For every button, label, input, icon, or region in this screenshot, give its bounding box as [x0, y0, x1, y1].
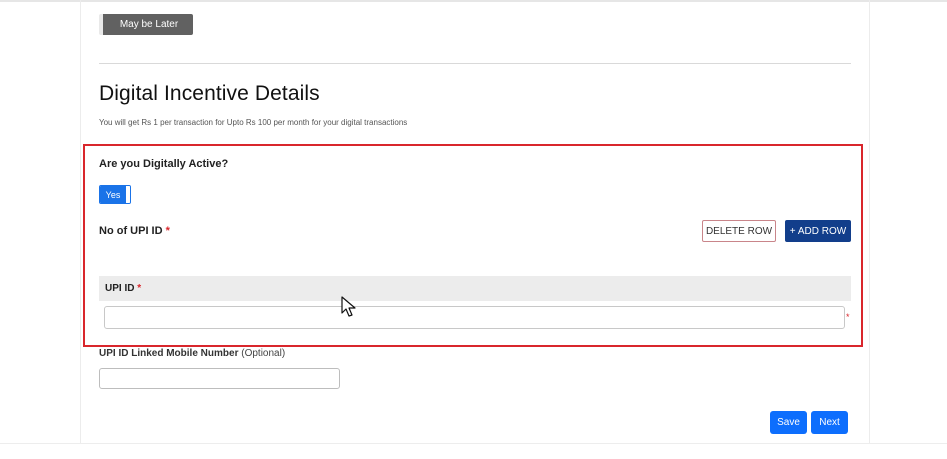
digitally-active-toggle[interactable]: Yes: [99, 185, 131, 204]
save-button[interactable]: Save: [770, 411, 807, 434]
add-row-button[interactable]: + ADD ROW: [785, 220, 851, 242]
upi-id-header-text: UPI ID: [105, 283, 135, 294]
page: May be Later Digital Incentive Details Y…: [0, 0, 947, 459]
top-border: [0, 0, 947, 2]
upi-table-header: UPI ID *: [99, 276, 851, 301]
card-right-edge: [869, 0, 870, 443]
page-title: Digital Incentive Details: [99, 82, 320, 105]
next-button[interactable]: Next: [811, 411, 848, 434]
optional-label: (Optional): [241, 348, 286, 359]
bottom-edge: [0, 443, 947, 444]
upi-count-label: No of UPI ID *: [99, 225, 170, 237]
required-mark: *: [165, 225, 170, 237]
upi-input-required-mark: *: [846, 312, 850, 322]
section-divider: [99, 63, 851, 64]
mobile-number-label: UPI ID Linked Mobile Number (Optional): [99, 348, 285, 359]
toggle-no-option[interactable]: [126, 186, 130, 203]
mouse-cursor-icon: [341, 296, 356, 317]
section-subtitle: You will get Rs 1 per transaction for Up…: [99, 118, 408, 127]
digitally-active-label: Are you Digitally Active?: [99, 158, 229, 170]
maybe-later-button[interactable]: May be Later: [99, 14, 193, 35]
mobile-number-label-text: UPI ID Linked Mobile Number: [99, 348, 239, 359]
upi-id-input[interactable]: [104, 306, 845, 329]
toggle-yes-option[interactable]: Yes: [100, 186, 126, 203]
delete-row-button[interactable]: DELETE ROW: [702, 220, 776, 242]
card-left-edge: [80, 0, 81, 443]
upi-id-header: UPI ID *: [105, 283, 141, 294]
mobile-number-input[interactable]: [99, 368, 340, 389]
required-mark: *: [137, 283, 142, 294]
upi-count-label-text: No of UPI ID: [99, 225, 163, 237]
